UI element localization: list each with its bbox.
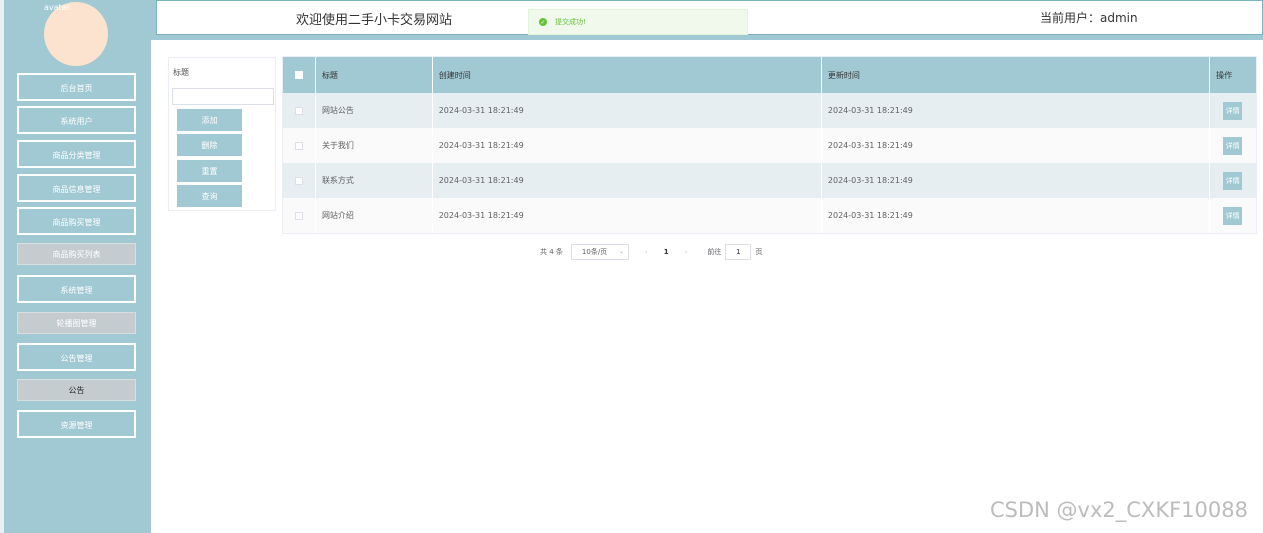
sidebar-item-label: 轮播图管理: [56, 318, 97, 328]
search-panel: 标题 添加 删除 重置 查询: [168, 57, 276, 211]
cell-updated: 2024-03-31 18:21:49: [822, 93, 1211, 128]
title-input[interactable]: [172, 88, 274, 105]
row-checkbox-cell: [283, 198, 316, 233]
sidebar-item-label: 系统管理: [60, 286, 93, 295]
sidebar-item-product-management[interactable]: 商品信息管理: [17, 174, 136, 202]
sidebar-item-label: 商品信息管理: [52, 185, 101, 194]
current-user: 当前用户：admin: [1040, 11, 1138, 25]
total-count: 共 4 条: [540, 248, 563, 256]
sidebar-subitem-notice[interactable]: 公告: [17, 379, 136, 401]
select-all-checkbox[interactable]: [294, 71, 303, 79]
row-checkbox-cell: [283, 163, 316, 198]
cell-updated: 2024-03-31 18:21:49: [822, 163, 1211, 198]
table-row: 网站介绍 2024-03-31 18:21:49 2024-03-31 18:2…: [283, 198, 1256, 233]
table-row: 网站公告 2024-03-31 18:21:49 2024-03-31 18:2…: [283, 93, 1256, 128]
sidebar-item-category-management[interactable]: 商品分类管理: [17, 140, 136, 168]
cell-title: 网站介绍: [316, 198, 433, 233]
cell-created: 2024-03-31 18:21:49: [433, 163, 822, 198]
cell-created: 2024-03-31 18:21:49: [433, 93, 822, 128]
row-checkbox[interactable]: [294, 141, 303, 150]
cell-created: 2024-03-31 18:21:49: [433, 198, 822, 233]
toast-message: 提交成功!: [555, 18, 586, 26]
sidebar-item-label: 公告管理: [60, 354, 93, 363]
sidebar-subitem-purchase-list[interactable]: 商品购买列表: [17, 243, 136, 265]
reset-button[interactable]: 重置: [177, 160, 242, 182]
delete-button[interactable]: 删除: [177, 134, 242, 156]
row-checkbox-cell: [283, 93, 316, 128]
sidebar-item-resource-management[interactable]: 资源管理: [17, 410, 136, 438]
page-suffix: 页: [755, 248, 763, 256]
sidebar-item-label: 公告: [68, 385, 85, 395]
left-edge-strip: [0, 0, 4, 533]
avatar-alt-text: avatar: [44, 3, 70, 12]
sidebar: avatar 后台首页 系统用户 商品分类管理 商品信息管理 商品购买管理 商品…: [0, 0, 151, 533]
add-button[interactable]: 添加: [177, 109, 242, 131]
sidebar-item-label: 后台首页: [60, 84, 93, 93]
pagination: 共 4 条 10条/页 ⌄ ‹ 1 › 前往 1 页: [540, 243, 762, 261]
detail-button[interactable]: 详情: [1223, 171, 1243, 190]
detail-button[interactable]: 详情: [1223, 136, 1243, 155]
sidebar-item-label: 资源管理: [60, 421, 93, 430]
check-circle-icon: ✓: [539, 18, 547, 26]
column-header: 操作: [1216, 70, 1233, 80]
sidebar-subitem-carousel-management[interactable]: 轮播图管理: [17, 312, 136, 334]
page-number[interactable]: 1: [664, 248, 669, 256]
sidebar-item-label: 商品购买管理: [52, 218, 101, 227]
table-header-row: 标题 创建时间 更新时间 操作: [283, 57, 1256, 93]
column-header: 更新时间: [822, 57, 1211, 93]
sidebar-item-purchase-management[interactable]: 商品购买管理: [17, 207, 136, 235]
success-toast: ✓ 提交成功!: [528, 9, 748, 35]
data-table: 标题 创建时间 更新时间 操作 网站公告 2024-03-31 18:21:49…: [282, 56, 1257, 234]
cell-updated: 2024-03-31 18:21:49: [822, 198, 1211, 233]
column-header: 标题: [316, 57, 433, 93]
sidebar-item-system-users[interactable]: 系统用户: [17, 106, 136, 134]
table-row: 关于我们 2024-03-31 18:21:49 2024-03-31 18:2…: [283, 128, 1256, 163]
row-checkbox[interactable]: [294, 211, 303, 220]
row-checkbox[interactable]: [294, 176, 303, 185]
cell-actions: 详情: [1210, 198, 1256, 233]
cell-title: 关于我们: [316, 128, 433, 163]
cell-actions: 详情: [1210, 128, 1256, 163]
cell-title: 网站公告: [316, 93, 433, 128]
watermark: CSDN @vx2_CXKF10088: [990, 498, 1248, 522]
sidebar-item-notice-management[interactable]: 公告管理: [17, 343, 136, 371]
row-checkbox-cell: [283, 128, 316, 163]
title-field-label: 标题: [173, 68, 189, 77]
cell-created: 2024-03-31 18:21:49: [433, 128, 822, 163]
site-title: 欢迎使用二手小卡交易网站: [296, 13, 453, 28]
table-row: 联系方式 2024-03-31 18:21:49 2024-03-31 18:2…: [283, 163, 1256, 198]
column-header: 创建时间: [433, 57, 822, 93]
sidebar-item-dashboard[interactable]: 后台首页: [17, 73, 136, 101]
prev-page-icon[interactable]: ‹: [645, 248, 648, 256]
row-checkbox[interactable]: [294, 106, 303, 115]
query-button[interactable]: 查询: [177, 185, 242, 207]
chevron-down-icon: ⌄: [618, 248, 624, 255]
page-size-select[interactable]: 10条/页 ⌄: [570, 244, 629, 260]
page-size-value: 10条/页: [581, 248, 608, 256]
header-checkbox-cell: [283, 57, 316, 93]
detail-button[interactable]: 详情: [1223, 206, 1243, 225]
cell-actions: 详情: [1210, 93, 1256, 128]
sidebar-item-label: 商品购买列表: [52, 249, 101, 259]
next-page-icon[interactable]: ›: [685, 248, 688, 256]
cell-title: 联系方式: [316, 163, 433, 198]
goto-page-input[interactable]: 1: [725, 244, 752, 260]
sidebar-item-system-management[interactable]: 系统管理: [17, 275, 136, 303]
goto-label: 前往: [707, 248, 722, 256]
detail-button[interactable]: 详情: [1223, 101, 1243, 120]
sidebar-item-label: 商品分类管理: [52, 151, 101, 160]
sidebar-item-label: 系统用户: [60, 117, 93, 126]
cell-updated: 2024-03-31 18:21:49: [822, 128, 1211, 163]
cell-actions: 详情: [1210, 163, 1256, 198]
